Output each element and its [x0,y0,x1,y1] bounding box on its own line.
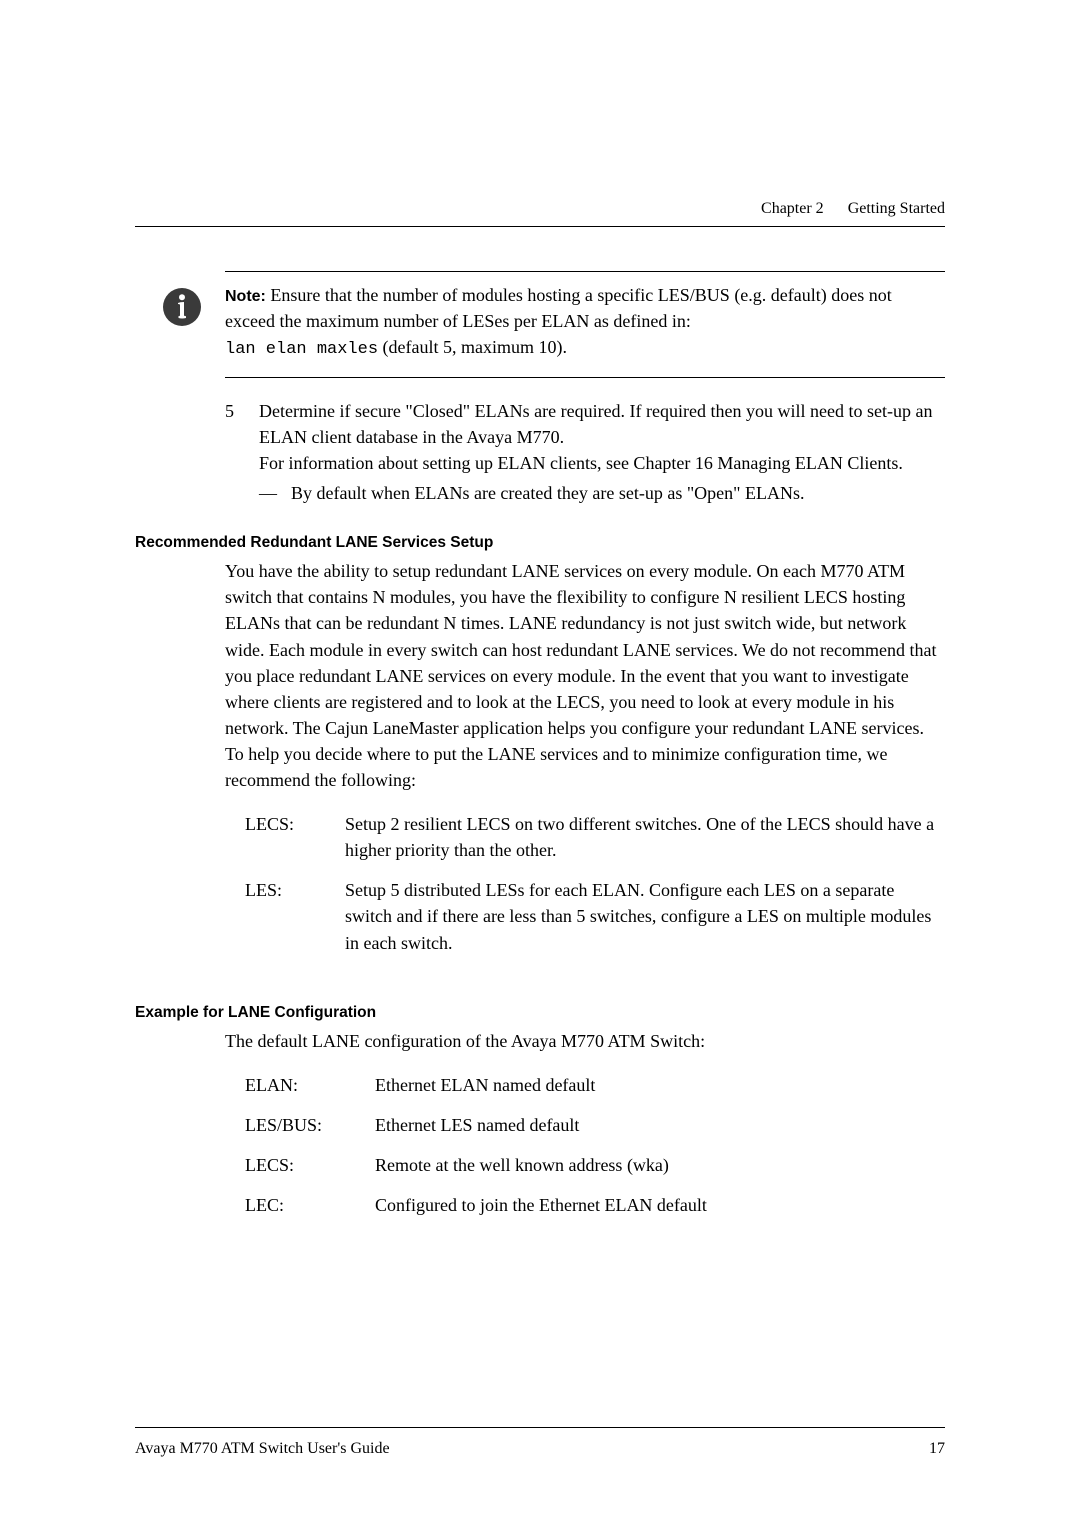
def-term: LES/BUS: [245,1112,375,1138]
bullet-dash: — [259,480,291,506]
def-row: LEC: Configured to join the Ethernet ELA… [245,1192,945,1218]
info-icon-wrap [163,288,207,326]
section-heading-redundant: Recommended Redundant LANE Services Setu… [135,534,945,552]
step-body: Determine if secure "Closed" ELANs are r… [259,398,945,476]
note-code: lan elan maxles [225,340,378,359]
section-para-example: The default LANE configuration of the Av… [225,1028,945,1054]
info-glyph-icon [175,294,189,320]
def-row: LES/BUS: Ethernet LES named default [245,1112,945,1138]
footer-page-number: 17 [929,1440,945,1458]
footer-title: Avaya M770 ATM Switch User's Guide [135,1440,390,1458]
step-body-1: Determine if secure "Closed" ELANs are r… [259,401,932,447]
def-body: Configured to join the Ethernet ELAN def… [375,1192,945,1218]
def-body: Remote at the well known address (wka) [375,1152,945,1178]
def-row: LECS: Remote at the well known address (… [245,1152,945,1178]
def-body: Setup 5 distributed LESs for each ELAN. … [345,877,945,955]
def-body: Ethernet ELAN named default [375,1072,945,1098]
note-callout: Note: Ensure that the number of modules … [225,271,945,378]
step-5: 5 Determine if secure "Closed" ELANs are… [225,398,945,506]
def-term: LECS: [245,1152,375,1178]
def-row: LES: Setup 5 distributed LESs for each E… [245,877,945,955]
def-list-example: ELAN: Ethernet ELAN named default LES/BU… [245,1072,945,1218]
def-term: LES: [245,877,345,955]
step-sub-bullet: — By default when ELANs are created they… [225,480,945,506]
section-para-redundant: You have the ability to setup redundant … [225,558,945,793]
def-row: LECS: Setup 2 resilient LECS on two diff… [245,811,945,863]
step-number: 5 [225,398,259,476]
def-list-redundant: LECS: Setup 2 resilient LECS on two diff… [245,811,945,955]
page: Chapter 2 Getting Started Note: Ensure t… [0,0,1080,1528]
info-icon [163,288,201,326]
section-heading-example: Example for LANE Configuration [135,1004,945,1022]
note-label: Note: [225,288,266,305]
spacer [135,970,945,994]
running-header: Chapter 2 Getting Started [135,200,945,227]
def-row: ELAN: Ethernet ELAN named default [245,1072,945,1098]
header-title: Getting Started [848,200,945,217]
bullet-text: By default when ELANs are created they a… [291,480,805,506]
note-line1: Ensure that the number of modules hostin… [225,285,892,331]
def-term: LEC: [245,1192,375,1218]
step-body-2: For information about setting up ELAN cl… [259,453,903,473]
header-chapter: Chapter 2 [761,200,824,217]
def-term: LECS: [245,811,345,863]
page-footer: Avaya M770 ATM Switch User's Guide 17 [135,1427,945,1458]
def-term: ELAN: [245,1072,375,1098]
note-line2: (default 5, maximum 10). [378,337,567,357]
def-body: Ethernet LES named default [375,1112,945,1138]
def-body: Setup 2 resilient LECS on two different … [345,811,945,863]
note-text: Note: Ensure that the number of modules … [225,282,945,363]
